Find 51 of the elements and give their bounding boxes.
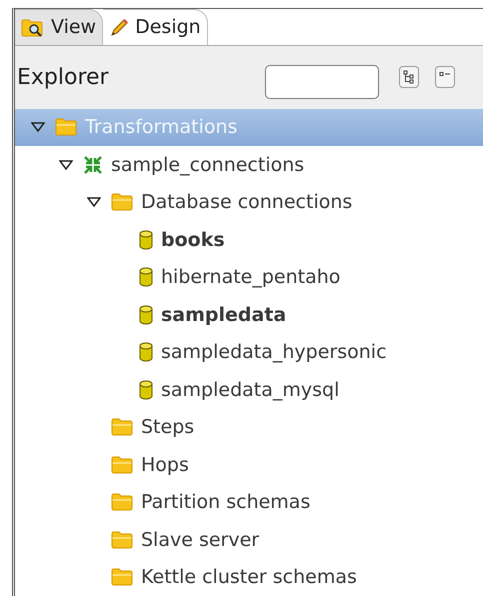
expand-toggle-icon[interactable] xyxy=(31,122,45,132)
tree-item-label: Slave server xyxy=(141,528,260,552)
tree-item[interactable]: Slave server xyxy=(15,521,483,558)
arrows-inward-icon xyxy=(83,154,103,175)
database-icon xyxy=(139,267,153,288)
tree-item-label: Steps xyxy=(141,415,194,440)
tree-item[interactable]: Hops xyxy=(15,446,483,484)
collapse-button[interactable] xyxy=(435,66,455,88)
database-icon xyxy=(139,304,153,325)
folder-icon xyxy=(111,193,133,212)
tree-item-label: Transformations xyxy=(85,115,238,140)
tree-item[interactable]: books xyxy=(15,221,483,258)
tree-item-label: Partition schemas xyxy=(141,490,310,515)
expand-toggle-icon[interactable] xyxy=(87,197,101,208)
tree-item-label: sampledata_mysql xyxy=(161,378,340,402)
tree-item-label: sampledata_hypersonic xyxy=(161,340,387,365)
tree-item-label: Database connections xyxy=(141,190,352,215)
tab[interactable]: View xyxy=(15,9,104,46)
tree-view-button[interactable] xyxy=(399,66,419,88)
tree-item[interactable]: hibernate_pentaho xyxy=(15,258,483,296)
tree-item-label: sample_connections xyxy=(111,152,304,178)
folder-icon xyxy=(111,456,133,474)
folder-icon xyxy=(111,568,133,586)
tab[interactable]: Design xyxy=(103,9,208,46)
folder-icon xyxy=(111,530,133,549)
tree-item[interactable]: sampledata_mysql xyxy=(15,371,483,408)
folder-icon xyxy=(111,493,133,512)
minus-icon xyxy=(439,72,451,76)
tree-icon xyxy=(403,70,415,84)
tree-item[interactable]: sampledata xyxy=(15,296,483,334)
tree-item[interactable]: Kettle cluster schemas xyxy=(15,558,483,596)
tree-item-label: books xyxy=(161,228,225,252)
tree-item[interactable]: Partition schemas xyxy=(15,484,483,521)
search-field[interactable] xyxy=(265,65,379,100)
database-icon xyxy=(139,230,153,250)
expand-toggle-icon[interactable] xyxy=(59,160,73,170)
tree-item[interactable]: Database connections xyxy=(15,184,483,221)
tree-item[interactable]: sample_connections xyxy=(15,146,483,184)
tree-item-label: Hops xyxy=(141,452,189,478)
tree-item-label: Kettle cluster schemas xyxy=(141,565,357,590)
folder-magnifier-icon xyxy=(21,18,45,38)
tree-item-label: hibernate_pentaho xyxy=(161,265,340,290)
folder-icon xyxy=(111,418,133,436)
tree-item[interactable]: sampledata_hypersonic xyxy=(15,334,483,371)
database-icon xyxy=(139,342,153,362)
pencil-icon xyxy=(109,18,130,38)
tree-item-label: sampledata xyxy=(161,302,286,328)
folder-icon xyxy=(55,118,77,136)
explorer-title: Explorer xyxy=(17,64,110,92)
tree-item[interactable]: Steps xyxy=(15,408,483,446)
database-icon xyxy=(139,380,153,400)
